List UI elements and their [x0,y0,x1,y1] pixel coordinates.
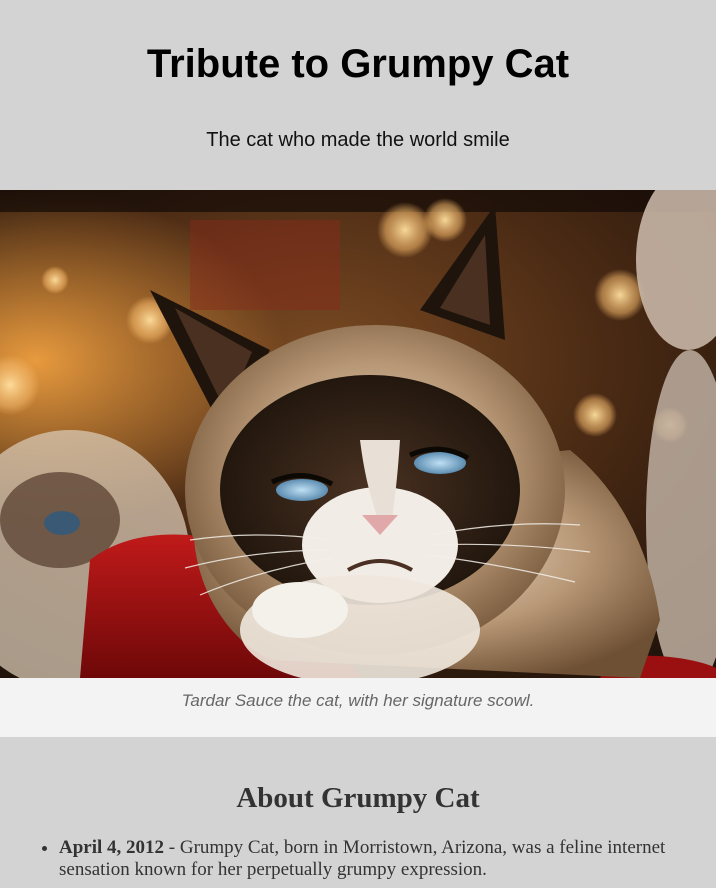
about-heading: About Grumpy Cat [236,782,480,814]
page-title: Tribute to Grumpy Cat [146,42,570,86]
about-section: About Grumpy Cat April 4, 2012 - Grumpy … [0,737,716,888]
page-header: Tribute to Grumpy Cat The cat who made t… [0,0,716,190]
page-subtitle: The cat who made the world smile [206,129,510,151]
timeline-item: April 4, 2012 - Grumpy Cat, born in Morr… [59,837,698,881]
cat-photo-illustration [0,190,716,678]
image-figure: Tardar Sauce the cat, with her signature… [0,190,716,737]
image-caption: Tardar Sauce the cat, with her signature… [0,678,716,737]
timeline-separator: - [164,837,180,858]
grumpy-cat-image [0,190,716,678]
timeline-date: April 4, 2012 [59,837,165,858]
timeline-list: April 4, 2012 - Grumpy Cat, born in Morr… [0,837,716,881]
tribute-page: Tribute to Grumpy Cat The cat who made t… [0,0,716,888]
